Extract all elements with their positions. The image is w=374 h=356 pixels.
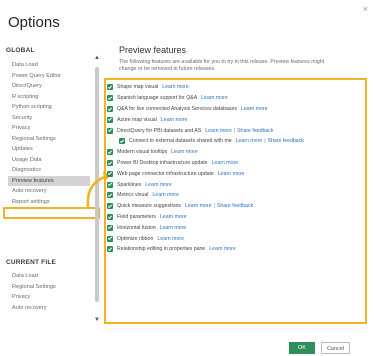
feature-row: Connect to external datasets shared with… — [107, 136, 365, 147]
feature-label: Connect to external datasets shared with… — [129, 138, 232, 145]
learn-more-link[interactable]: Learn more — [236, 138, 263, 144]
learn-more-link[interactable]: Learn more — [218, 171, 245, 177]
feature-checkbox[interactable] — [107, 170, 113, 177]
feature-checkbox[interactable] — [107, 192, 113, 199]
link-separator: | — [233, 127, 236, 134]
panel-heading: Preview features — [119, 45, 187, 55]
feature-row: Modern visual tooltips Learn more — [107, 147, 365, 158]
feature-row: Web page connector infrastructure update… — [107, 168, 365, 179]
learn-more-link[interactable]: Learn more — [209, 246, 236, 252]
learn-more-link[interactable]: Learn more — [241, 106, 268, 112]
feature-label: Field parameters — [117, 213, 156, 220]
feature-row: Shape map visual Learn more — [107, 82, 365, 93]
feature-checkbox[interactable] — [107, 181, 113, 188]
share-feedback-link[interactable]: Share feedback — [237, 128, 273, 134]
feature-checkbox[interactable] — [107, 127, 113, 134]
feature-checkbox[interactable] — [119, 138, 125, 145]
learn-more-link[interactable]: Learn more — [185, 203, 212, 209]
feature-checkbox[interactable] — [107, 224, 113, 231]
feature-row: Sparklines Learn more — [107, 179, 365, 190]
panel-description: The following features are available for… — [119, 59, 325, 72]
learn-more-link[interactable]: Learn more — [205, 128, 232, 134]
feature-row: Relationship editing in properties pane L… — [107, 244, 365, 255]
feature-label: Web page connector infrastructure update — [117, 170, 214, 177]
link-separator: | — [213, 203, 215, 210]
feature-label: Relationship editing in properties pane — [117, 246, 206, 253]
options-dialog: × Options GLOBAL Data Load Power Query Ed… — [0, 0, 374, 356]
feature-row: Azure map visual Learn more — [107, 114, 365, 125]
learn-more-link[interactable]: Learn more — [157, 236, 184, 242]
learn-more-link[interactable]: Learn more — [152, 192, 179, 198]
feature-checkbox[interactable] — [107, 246, 113, 253]
preview-features-panel: Preview features The following features … — [119, 45, 369, 73]
feature-checkbox[interactable] — [107, 149, 113, 156]
learn-more-link[interactable]: Learn more — [212, 160, 239, 166]
feature-row: Power BI Desktop infrastructure update Le… — [107, 158, 365, 169]
feature-label: Metrics visual — [117, 192, 149, 199]
feature-row: Q&A for live connected Analysis Services… — [107, 104, 365, 115]
feature-label: Spanish language support for Q&A — [117, 95, 198, 102]
feature-list: Shape map visual Learn more Spanish langua… — [107, 82, 365, 255]
feature-row: Spanish language support for Q&A Learn mo… — [107, 93, 365, 104]
learn-more-link[interactable]: Learn more — [201, 95, 228, 101]
ok-button[interactable]: OK — [289, 342, 315, 354]
learn-more-link[interactable]: Learn more — [162, 84, 189, 90]
learn-more-link[interactable]: Learn more — [160, 214, 187, 220]
feature-label: DirectQuery for PBI datasets and AS — [117, 127, 202, 134]
feature-label: Q&A for live connected Analysis Services… — [117, 105, 237, 112]
cancel-button[interactable]: Cancel — [321, 342, 350, 354]
feature-label: Horizontal fusion — [117, 224, 156, 231]
feature-row: Quick measure suggestions Learn more | Shar… — [107, 201, 365, 212]
feature-checkbox[interactable] — [107, 235, 113, 242]
feature-row: Metrics visual Learn more — [107, 190, 365, 201]
share-feedback-link[interactable]: Share feedback — [217, 203, 253, 209]
learn-more-link[interactable]: Learn more — [161, 117, 188, 123]
feature-label: Azure map visual — [117, 116, 157, 123]
feature-checkbox[interactable] — [107, 95, 113, 102]
feature-label: Shape map visual — [117, 84, 159, 91]
feature-label: Sparklines — [117, 181, 142, 188]
feature-label: Quick measure suggestions — [117, 203, 182, 210]
feature-checkbox[interactable] — [107, 159, 113, 166]
feature-checkbox[interactable] — [107, 116, 113, 123]
share-feedback-link[interactable]: Share feedback — [268, 138, 304, 144]
feature-row: DirectQuery for PBI datasets and AS Learn… — [107, 125, 365, 136]
feature-checkbox[interactable] — [107, 213, 113, 220]
learn-more-link[interactable]: Learn more — [171, 149, 198, 155]
feature-label: Modern visual tooltips — [117, 149, 168, 156]
feature-checkbox[interactable] — [107, 203, 113, 210]
feature-row: Optimize ribbon Learn more — [107, 233, 365, 244]
feature-label: Optimize ribbon — [117, 235, 154, 242]
link-separator: | — [264, 138, 266, 145]
feature-checkbox[interactable] — [107, 105, 113, 112]
learn-more-link[interactable]: Learn more — [145, 182, 172, 188]
learn-more-link[interactable]: Learn more — [160, 225, 187, 231]
feature-label: Power BI Desktop infrastructure update — [117, 159, 208, 166]
feature-row: Horizontal fusion Learn more — [107, 222, 365, 233]
feature-checkbox[interactable] — [107, 84, 113, 91]
feature-row: Field parameters Learn more — [107, 212, 365, 223]
